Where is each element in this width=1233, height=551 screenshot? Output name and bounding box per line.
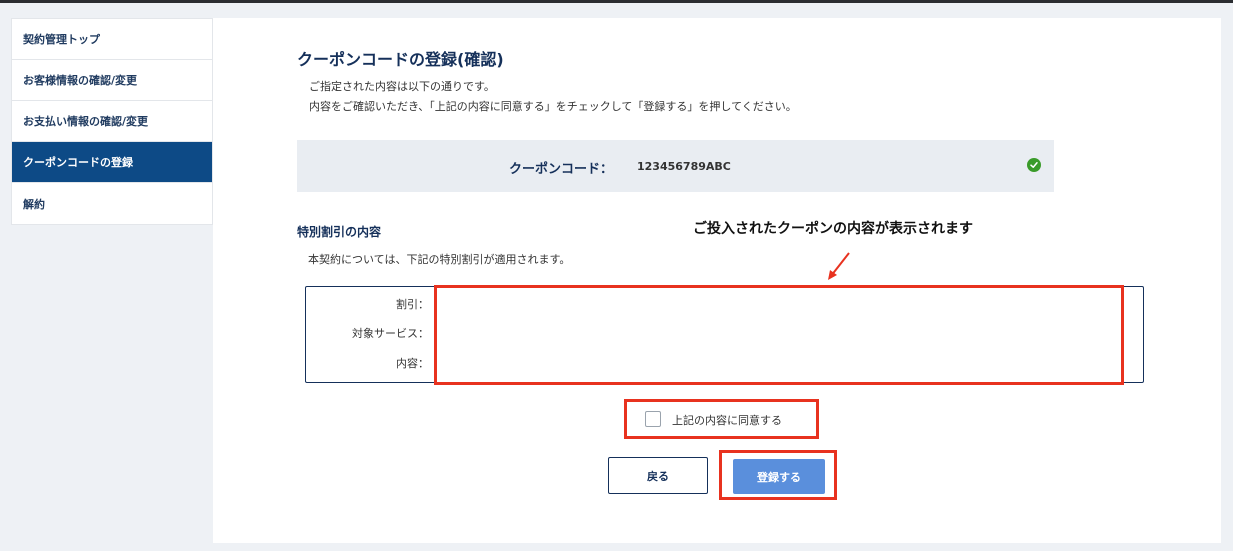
sidebar-item-label: お支払い情報の確認/変更 <box>23 115 149 128</box>
sidebar-item-payment-info[interactable]: お支払い情報の確認/変更 <box>12 101 212 142</box>
check-circle-icon <box>1027 158 1041 172</box>
register-button[interactable]: 登録する <box>733 459 825 494</box>
sidebar-item-customer-info[interactable]: お客様情報の確認/変更 <box>12 60 212 101</box>
back-button[interactable]: 戻る <box>608 457 708 494</box>
coupon-code-label: クーポンコード： <box>509 162 614 177</box>
coupon-code-box: クーポンコード： 123456789ABC <box>297 140 1054 192</box>
sidebar-item-label: 解約 <box>23 197 45 211</box>
sidebar: 契約管理トップ お客様情報の確認/変更 お支払い情報の確認/変更 クーポンコード… <box>11 18 213 225</box>
main-panel: クーポンコードの登録(確認) ご指定された内容は以下の通りです。 内容をご確認い… <box>213 18 1221 543</box>
annotation-arrow-icon <box>828 252 850 280</box>
discount-section-title: 特別割引の内容 <box>297 225 382 239</box>
description-line-1: ご指定された内容は以下の通りです。 <box>309 80 495 93</box>
discount-section-description: 本契約については、下記の特別割引が適用されます。 <box>308 253 571 266</box>
description-line-2: 内容をご確認いただき、「上記の内容に同意する」をチェックして「登録する」を押して… <box>309 100 797 113</box>
page-title: クーポンコードの登録(確認) <box>297 50 504 69</box>
target-service-field-label: 対象サービス： <box>352 327 429 340</box>
content-field-label: 内容： <box>396 357 429 370</box>
sidebar-item-coupon-registration[interactable]: クーポンコードの登録 <box>12 142 212 183</box>
sidebar-item-label: お客様情報の確認/変更 <box>23 74 138 87</box>
highlight-discount-values <box>434 285 1124 385</box>
coupon-code-value: 123456789ABC <box>637 160 731 173</box>
sidebar-item-contract-top[interactable]: 契約管理トップ <box>12 19 212 60</box>
agree-checkbox-label[interactable]: 上記の内容に同意する <box>672 412 782 428</box>
discount-field-label: 割引： <box>396 298 429 311</box>
sidebar-item-label: 契約管理トップ <box>23 33 100 46</box>
annotation-callout: ご投入されたクーポンの内容が表示されます <box>693 221 973 237</box>
agree-checkbox[interactable] <box>645 411 661 427</box>
sidebar-item-label: クーポンコードの登録 <box>23 156 133 169</box>
top-bar <box>0 0 1233 3</box>
sidebar-item-cancellation[interactable]: 解約 <box>12 183 212 224</box>
